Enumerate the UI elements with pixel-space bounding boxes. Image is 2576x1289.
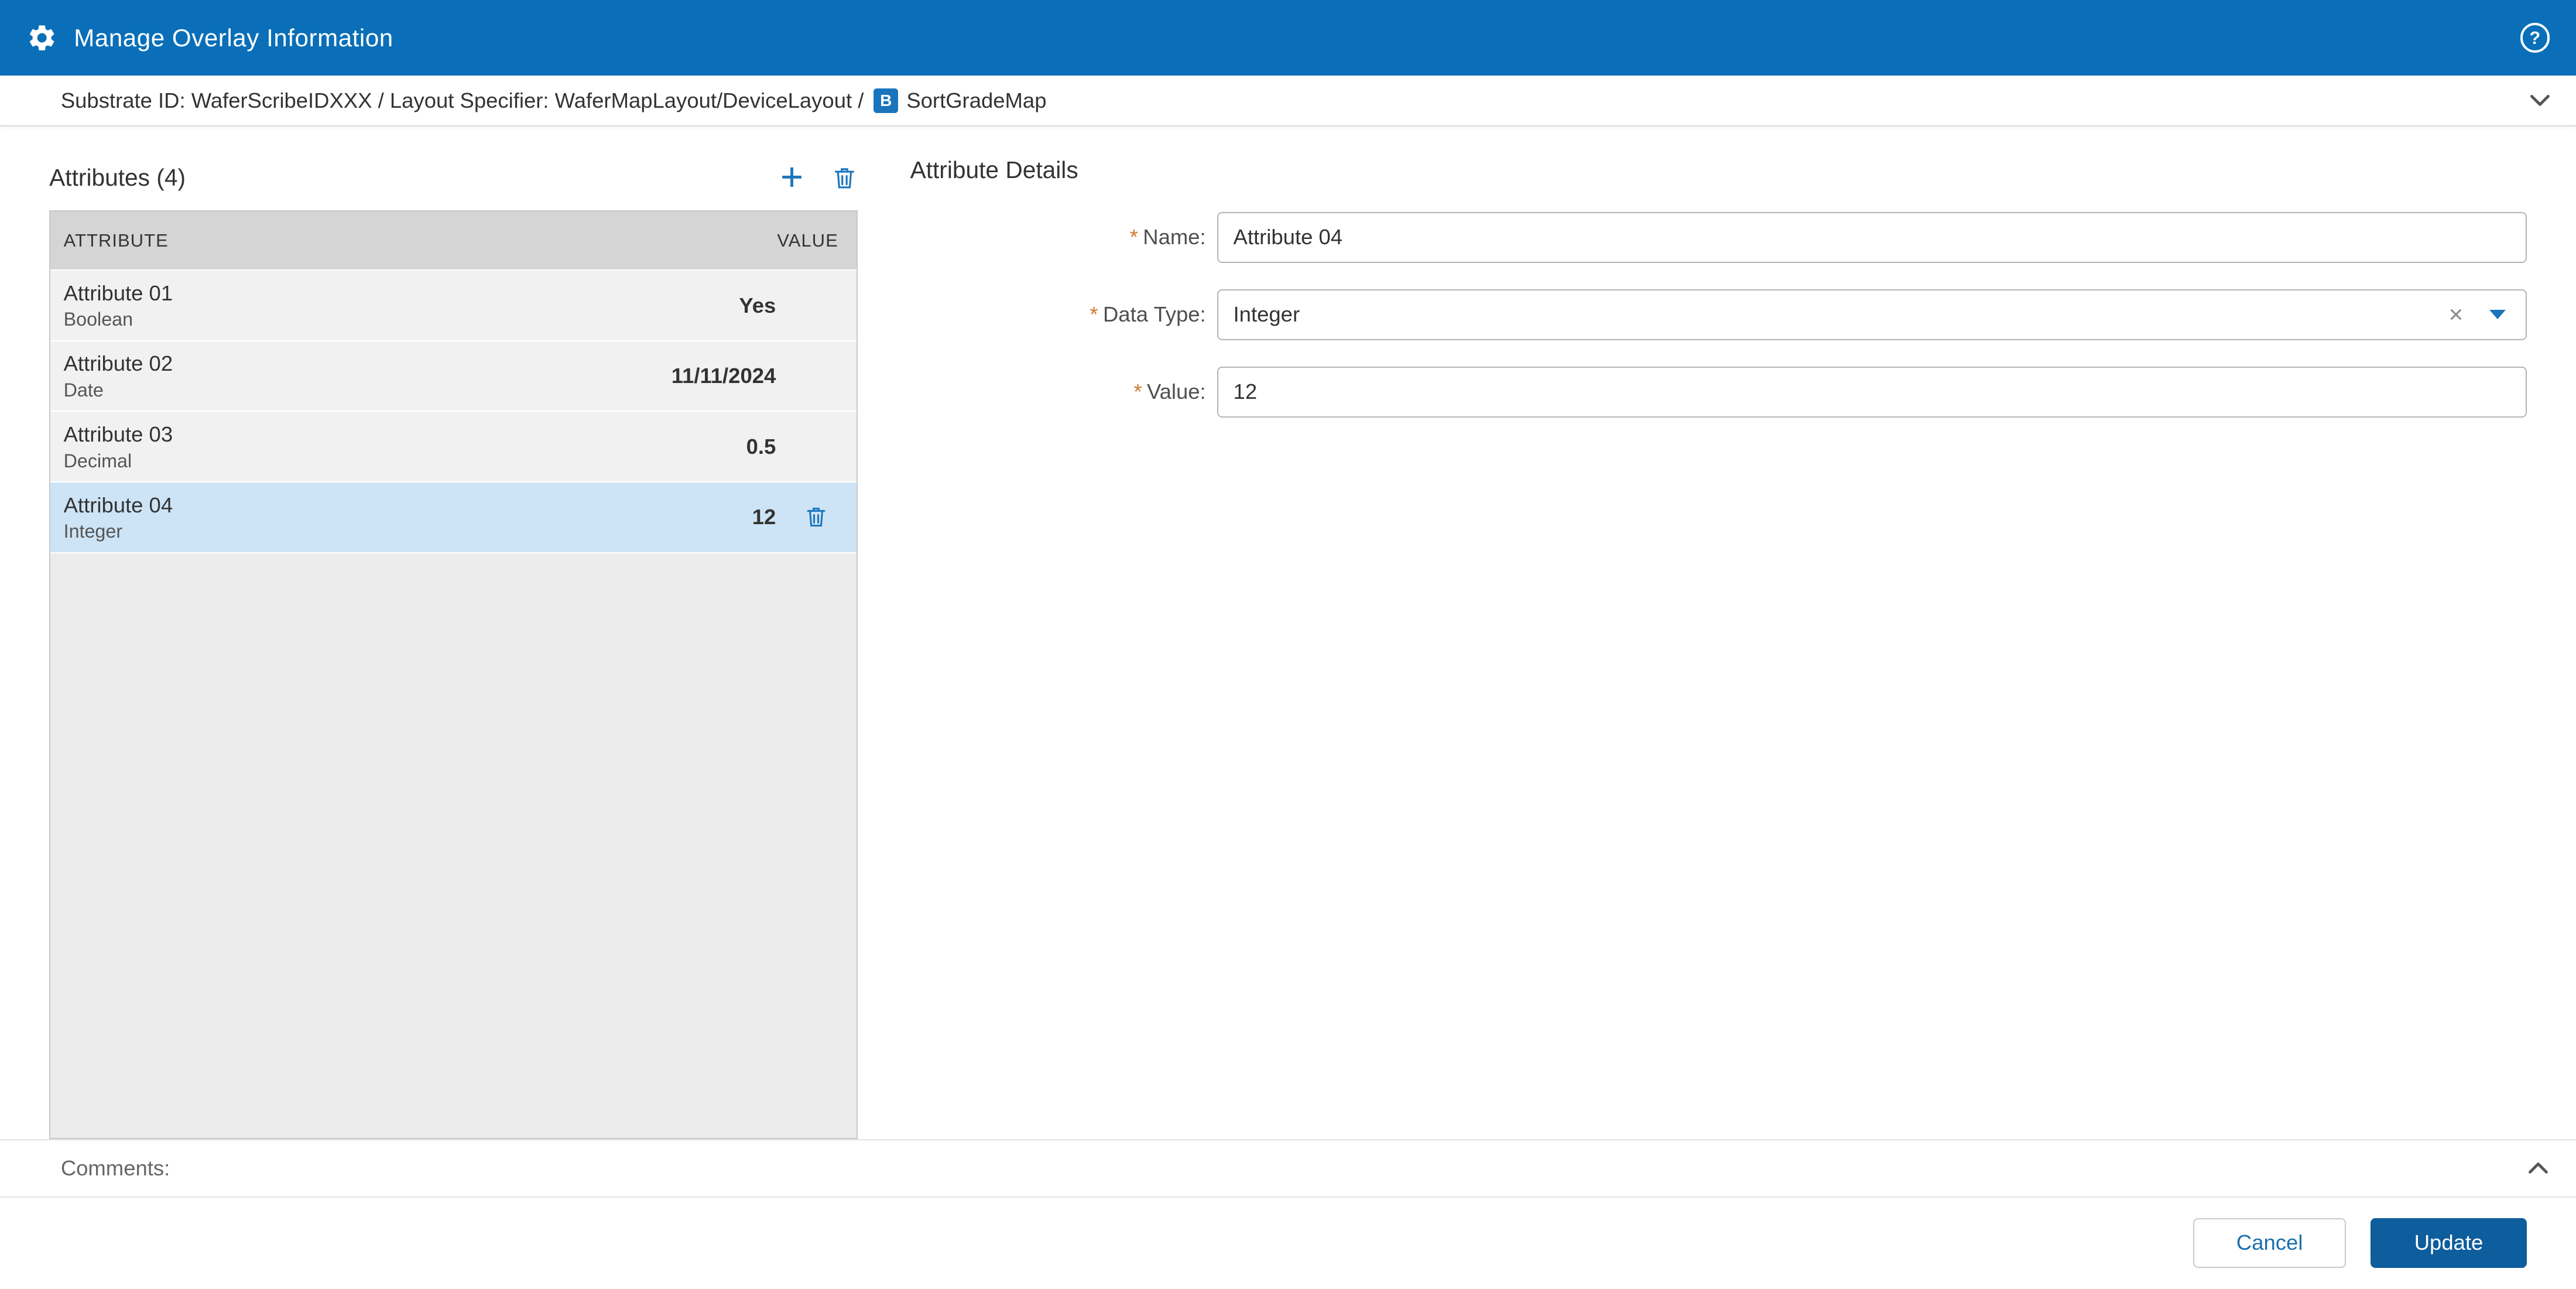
breadcrumb-map-name: SortGradeMap [906,88,1047,112]
main-content: Attributes (4) + ATTRIBUTE VALUE Attribu… [0,126,2576,1139]
value-input[interactable] [1217,366,2527,418]
table-empty-area [50,553,857,1138]
row-trash-icon[interactable] [804,504,828,529]
name-label: * Name: [1129,225,1206,249]
attribute-type: Decimal [63,450,132,471]
help-glyph: ? [2529,27,2541,48]
collapse-chevron-down-icon[interactable] [2527,87,2553,114]
field-row-value: * Value: [910,366,2527,418]
attributes-table: ATTRIBUTE VALUE Attribute 01 Boolean Yes… [49,210,858,1139]
attribute-type: Date [63,379,104,401]
dropdown-arrow-icon[interactable] [2489,310,2506,319]
attributes-panel: Attributes (4) + ATTRIBUTE VALUE Attribu… [49,156,858,1139]
delete-attribute-button[interactable] [831,165,858,191]
attribute-value: 12 [752,505,776,529]
column-header-attribute: ATTRIBUTE [63,230,169,251]
attribute-name: Attribute 02 [63,351,173,376]
gear-icon [26,22,57,53]
map-badge-icon: B [873,88,899,113]
attribute-name: Attribute 03 [63,422,173,446]
required-marker: * [1090,302,1098,327]
table-row-selected[interactable]: Attribute 04 Integer 12 [50,483,857,553]
breadcrumb-text: Substrate ID: WaferScribeIDXXX / Layout … [60,88,864,112]
attributes-title: Attributes (4) [49,163,186,191]
attribute-details-panel: Attribute Details *Name: *Data Type: Int… [910,156,2527,1139]
attribute-type: Boolean [63,309,133,330]
column-header-value: VALUE [777,230,838,251]
required-marker: * [1129,225,1138,249]
attribute-type: Integer [63,521,123,542]
table-row[interactable]: Attribute 03 Decimal 0.5 [50,412,857,483]
field-row-data-type: * Data Type: Integer × [910,289,2527,340]
data-type-select[interactable]: Integer × [1217,289,2527,340]
attribute-value: Yes [739,293,776,317]
attribute-name: Attribute 01 [63,281,173,305]
attribute-value: 0.5 [746,434,776,459]
name-input[interactable] [1217,211,2527,263]
table-row[interactable]: Attribute 02 Date 11/11/2024 [50,341,857,412]
attribute-name: Attribute 04 [63,493,173,517]
table-row[interactable]: Attribute 01 Boolean Yes [50,271,857,341]
field-row-name: * Name: [910,211,2527,263]
details-title: Attribute Details [910,156,1078,183]
data-type-selected-value: Integer [1233,302,1300,327]
required-marker: * [1133,379,1142,404]
window-title: Manage Overlay Information [74,23,393,52]
manage-overlay-window: Manage Overlay Information ? Substrate I… [0,0,2576,1288]
clear-icon[interactable]: × [2449,302,2464,327]
titlebar: Manage Overlay Information ? [0,0,2576,76]
breadcrumb: Substrate ID: WaferScribeIDXXX / Layout … [0,76,2576,127]
value-label: * Value: [1133,379,1206,404]
update-button[interactable]: Update [2371,1218,2527,1268]
add-attribute-button[interactable]: + [780,158,803,197]
attribute-value: 11/11/2024 [671,364,776,388]
cancel-button[interactable]: Cancel [2193,1218,2347,1268]
data-type-label: * Data Type: [1090,302,1206,327]
comments-chevron-up-icon[interactable] [2525,1155,2551,1181]
comments-label: Comments: [60,1155,170,1180]
help-icon[interactable]: ? [2520,23,2550,53]
table-header: ATTRIBUTE VALUE [50,211,857,271]
comments-section: Comments: [0,1138,2576,1196]
footer-bar: Cancel Update [0,1196,2576,1288]
